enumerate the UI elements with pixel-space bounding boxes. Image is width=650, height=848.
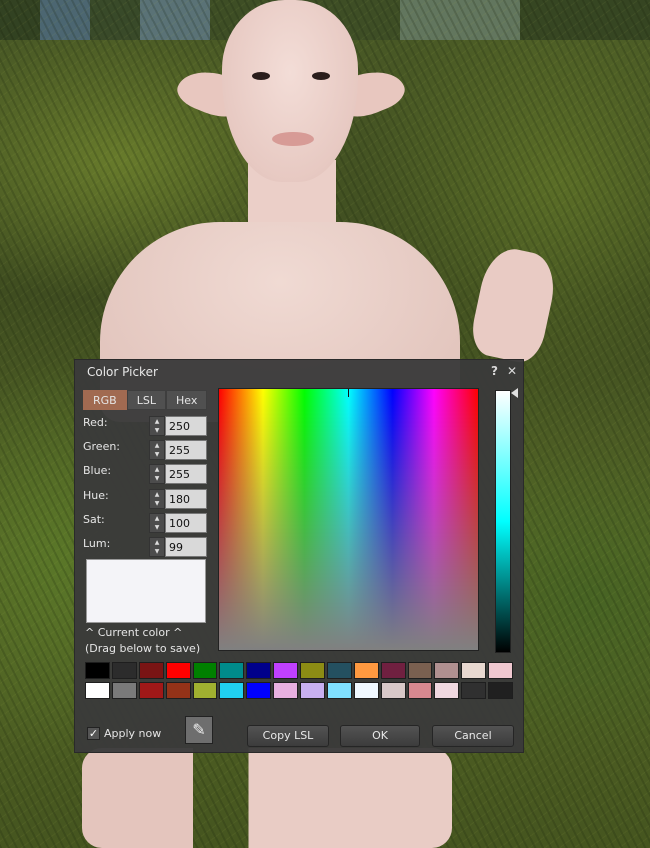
luminosity-slider[interactable] xyxy=(495,390,511,653)
palette-swatch[interactable] xyxy=(192,682,218,699)
green-spinner[interactable]: ▲ ▼ xyxy=(149,440,165,460)
tab-rgb[interactable]: RGB xyxy=(83,390,127,410)
lum-input[interactable]: 99 xyxy=(165,537,207,557)
sat-spinner[interactable]: ▲ ▼ xyxy=(149,513,165,533)
palette-swatch[interactable] xyxy=(326,662,352,679)
current-color-label: ^ Current color ^ xyxy=(85,626,183,639)
blue-label: Blue: xyxy=(83,464,112,477)
palette-swatch[interactable] xyxy=(111,662,137,679)
mode-tabs: RGB LSL Hex xyxy=(83,390,208,410)
spinner-down-icon[interactable]: ▼ xyxy=(150,426,164,435)
avatar-legs xyxy=(82,748,452,848)
palette-swatch[interactable] xyxy=(165,682,191,699)
spinner-up-icon[interactable]: ▲ xyxy=(150,465,164,474)
spinner-down-icon[interactable]: ▼ xyxy=(150,547,164,556)
lum-label: Lum: xyxy=(83,537,111,550)
spectrum-crosshair xyxy=(348,389,349,397)
palette-swatch[interactable] xyxy=(434,682,460,699)
hue-row: Hue: ▲ ▼ 180 xyxy=(83,489,207,509)
spinner-down-icon[interactable]: ▼ xyxy=(150,499,164,508)
tab-hex[interactable]: Hex xyxy=(165,390,208,410)
saved-colors-palette xyxy=(85,662,513,702)
spinner-down-icon[interactable]: ▼ xyxy=(150,450,164,459)
palette-swatch[interactable] xyxy=(273,682,298,699)
color-picker-dialog: Color Picker ? ✕ RGB LSL Hex Red: ▲ ▼ 250… xyxy=(74,359,524,753)
current-color-swatch[interactable] xyxy=(86,559,206,623)
palette-swatch[interactable] xyxy=(138,662,164,679)
palette-swatch[interactable] xyxy=(434,662,460,679)
palette-row-1 xyxy=(85,662,513,679)
palette-swatch[interactable] xyxy=(380,682,406,699)
ok-button[interactable]: OK xyxy=(340,725,420,747)
help-icon[interactable]: ? xyxy=(491,364,498,378)
dialog-title: Color Picker xyxy=(87,365,158,379)
hue-input[interactable]: 180 xyxy=(165,489,207,509)
palette-swatch[interactable] xyxy=(326,682,352,699)
color-spectrum[interactable] xyxy=(218,388,479,651)
red-row: Red: ▲ ▼ 250 xyxy=(83,416,207,436)
palette-swatch[interactable] xyxy=(246,682,272,699)
palette-swatch[interactable] xyxy=(300,662,325,679)
palette-swatch[interactable] xyxy=(461,682,487,699)
green-input[interactable]: 255 xyxy=(165,440,207,460)
hue-label: Hue: xyxy=(83,489,109,502)
palette-swatch[interactable] xyxy=(300,682,325,699)
palette-swatch[interactable] xyxy=(461,662,487,679)
spinner-down-icon[interactable]: ▼ xyxy=(150,474,164,483)
eyedropper-icon[interactable]: ✎ xyxy=(185,716,213,744)
sat-row: Sat: ▲ ▼ 100 xyxy=(83,513,207,533)
red-input[interactable]: 250 xyxy=(165,416,207,436)
palette-swatch[interactable] xyxy=(407,682,433,699)
spinner-down-icon[interactable]: ▼ xyxy=(150,523,164,532)
green-row: Green: ▲ ▼ 255 xyxy=(83,440,207,460)
spinner-up-icon[interactable]: ▲ xyxy=(150,514,164,523)
avatar-eye-right xyxy=(312,72,330,80)
palette-swatch[interactable] xyxy=(273,662,298,679)
cancel-button[interactable]: Cancel xyxy=(432,725,514,747)
palette-swatch[interactable] xyxy=(219,682,245,699)
spinner-up-icon[interactable]: ▲ xyxy=(150,417,164,426)
blue-row: Blue: ▲ ▼ 255 xyxy=(83,464,207,484)
spinner-up-icon[interactable]: ▲ xyxy=(150,490,164,499)
title-bar[interactable]: Color Picker ? ✕ xyxy=(75,360,523,384)
palette-swatch[interactable] xyxy=(380,662,406,679)
palette-swatch[interactable] xyxy=(246,662,272,679)
apply-now-checkbox[interactable]: ✓ xyxy=(87,727,100,740)
palette-swatch[interactable] xyxy=(488,662,513,679)
tab-lsl[interactable]: LSL xyxy=(126,390,166,410)
luminosity-marker-icon[interactable] xyxy=(511,388,518,398)
palette-swatch[interactable] xyxy=(85,682,110,699)
palette-swatch[interactable] xyxy=(353,682,379,699)
apply-now-label: Apply now xyxy=(104,727,162,740)
copy-lsl-button[interactable]: Copy LSL xyxy=(247,725,329,747)
sat-input[interactable]: 100 xyxy=(165,513,207,533)
drag-hint: (Drag below to save) xyxy=(85,642,201,655)
blue-spinner[interactable]: ▲ ▼ xyxy=(149,464,165,484)
avatar-mouth xyxy=(272,132,314,146)
green-label: Green: xyxy=(83,440,121,453)
avatar-head xyxy=(222,0,358,182)
hue-spinner[interactable]: ▲ ▼ xyxy=(149,489,165,509)
lum-row: Lum: ▲ ▼ 99 xyxy=(83,537,207,557)
blue-input[interactable]: 255 xyxy=(165,464,207,484)
palette-row-2 xyxy=(85,682,513,699)
palette-swatch[interactable] xyxy=(165,662,191,679)
red-spinner[interactable]: ▲ ▼ xyxy=(149,416,165,436)
palette-swatch[interactable] xyxy=(353,662,379,679)
close-icon[interactable]: ✕ xyxy=(507,364,517,378)
sat-label: Sat: xyxy=(83,513,105,526)
palette-swatch[interactable] xyxy=(192,662,218,679)
palette-swatch[interactable] xyxy=(85,662,110,679)
palette-swatch[interactable] xyxy=(488,682,513,699)
spinner-up-icon[interactable]: ▲ xyxy=(150,538,164,547)
palette-swatch[interactable] xyxy=(219,662,245,679)
spectrum-saturation-layer xyxy=(219,389,478,650)
palette-swatch[interactable] xyxy=(407,662,433,679)
palette-swatch[interactable] xyxy=(111,682,137,699)
red-label: Red: xyxy=(83,416,108,429)
spinner-up-icon[interactable]: ▲ xyxy=(150,441,164,450)
lum-spinner[interactable]: ▲ ▼ xyxy=(149,537,165,557)
palette-swatch[interactable] xyxy=(138,682,164,699)
avatar-eye-left xyxy=(252,72,270,80)
